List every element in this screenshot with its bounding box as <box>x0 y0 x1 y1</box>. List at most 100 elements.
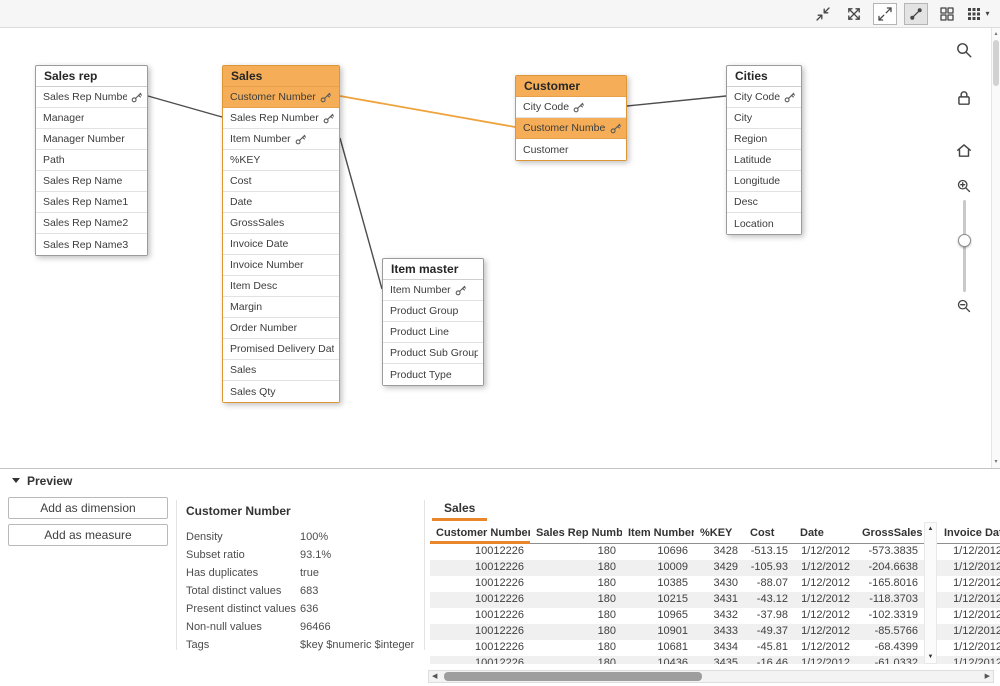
field-invoice-number[interactable]: Invoice Number <box>223 255 339 276</box>
association-sales-rep-to-sales[interactable] <box>148 96 222 117</box>
column-header-grosssales[interactable]: GrossSales <box>856 522 924 544</box>
field-product-group[interactable]: Product Group <box>383 301 483 322</box>
field-label: Sales Qty <box>230 386 276 398</box>
field-sales-rep-name2[interactable]: Sales Rep Name2 <box>36 213 147 234</box>
zoom-in-button[interactable] <box>952 174 976 198</box>
grid-vertical-scrollbar[interactable]: ▲ ▼ <box>924 522 937 664</box>
canvas-vertical-scrollbar[interactable]: ▴ ▾ <box>991 28 1000 468</box>
association-customer-to-cities[interactable] <box>627 96 726 106</box>
grid-row[interactable]: 10012226180104363435-16.461/12/2012-61.0… <box>430 656 1000 664</box>
field-latitude[interactable]: Latitude <box>727 150 801 171</box>
scroll-down-icon[interactable]: ▾ <box>992 458 1000 466</box>
column-header-cost[interactable]: Cost <box>744 522 794 544</box>
cell-customer-number: 10012226 <box>430 640 530 656</box>
home-button[interactable] <box>952 138 976 162</box>
field-cost[interactable]: Cost <box>223 171 339 192</box>
field-grosssales[interactable]: GrossSales <box>223 213 339 234</box>
scroll-left-icon[interactable]: ◀ <box>432 672 437 682</box>
table-tab-sales[interactable]: Sales <box>432 498 487 521</box>
field-region[interactable]: Region <box>727 129 801 150</box>
linked-fields-button[interactable] <box>904 3 928 25</box>
field-longitude[interactable]: Longitude <box>727 171 801 192</box>
field-margin[interactable]: Margin <box>223 297 339 318</box>
column-header-invoice-date[interactable]: Invoice Date <box>938 522 1000 544</box>
grid-row[interactable]: 10012226180102153431-43.121/12/2012-118.… <box>430 592 1000 608</box>
grid-row[interactable]: 10012226180106813434-45.811/12/2012-68.4… <box>430 640 1000 656</box>
field-invoice-date[interactable]: Invoice Date <box>223 234 339 255</box>
field-item-number[interactable]: Item Number <box>223 129 339 150</box>
grid-row[interactable]: 10012226180103853430-88.071/12/2012-165.… <box>430 576 1000 592</box>
search-button[interactable] <box>952 38 976 62</box>
field-product-type[interactable]: Product Type <box>383 364 483 385</box>
expand-all-button[interactable] <box>842 3 866 25</box>
field-path[interactable]: Path <box>36 150 147 171</box>
scrollbar-thumb[interactable] <box>993 40 999 86</box>
zoom-slider[interactable] <box>963 200 966 292</box>
field-sales-rep-name3[interactable]: Sales Rep Name3 <box>36 234 147 255</box>
association-sales-to-item-master[interactable] <box>340 138 382 289</box>
field-date[interactable]: Date <box>223 192 339 213</box>
field-product-line[interactable]: Product Line <box>383 322 483 343</box>
column-header-sales-rep-number[interactable]: Sales Rep Number <box>530 522 622 544</box>
field-manager[interactable]: Manager <box>36 108 147 129</box>
scroll-right-icon[interactable]: ▶ <box>985 672 990 682</box>
preview-horizontal-scrollbar[interactable]: ◀ ▶ <box>428 670 994 683</box>
field-city[interactable]: City <box>727 108 801 129</box>
view-menu-button[interactable]: ▾ <box>966 3 990 25</box>
field-sales-rep-name[interactable]: Sales Rep Name <box>36 171 147 192</box>
lock-button[interactable] <box>952 86 976 110</box>
column-header-%key[interactable]: %KEY <box>694 522 744 544</box>
grid-row[interactable]: 10012226180100093429-105.931/12/2012-204… <box>430 560 1000 576</box>
field-label: Cost <box>230 175 252 187</box>
field-sales-rep-name1[interactable]: Sales Rep Name1 <box>36 192 147 213</box>
field-%key[interactable]: %KEY <box>223 150 339 171</box>
field-customer-number[interactable]: Customer Number <box>223 87 339 108</box>
grid-row[interactable]: 10012226180106963428-513.151/12/2012-573… <box>430 544 1000 560</box>
column-header-customer-number[interactable]: Customer Number <box>430 522 530 544</box>
column-header-date[interactable]: Date <box>794 522 856 544</box>
resize-view-button[interactable] <box>873 3 897 25</box>
model-table-sales[interactable]: SalesCustomer NumberSales Rep NumberItem… <box>222 65 340 403</box>
field-item-desc[interactable]: Item Desc <box>223 276 339 297</box>
field-label: Product Type <box>390 369 452 381</box>
model-canvas[interactable]: Sales repSales Rep NumberManagerManager … <box>0 28 1000 468</box>
grid-layout-button[interactable] <box>935 3 959 25</box>
association-sales-to-customer[interactable] <box>340 96 515 127</box>
field-customer[interactable]: Customer <box>516 139 626 160</box>
cell-invoice-date: 1/12/2012 <box>938 624 1000 640</box>
scrollbar-thumb[interactable] <box>444 672 702 681</box>
zoom-slider-handle[interactable] <box>958 234 971 247</box>
field-sales-rep-number[interactable]: Sales Rep Number <box>223 108 339 129</box>
field-city-code[interactable]: City Code <box>727 87 801 108</box>
field-product-sub-group[interactable]: Product Sub Group <box>383 343 483 364</box>
stat-non-null-values: Non-null values96466 <box>186 618 418 636</box>
scroll-up-icon[interactable]: ▴ <box>992 30 1000 38</box>
model-table-sales-rep[interactable]: Sales repSales Rep NumberManagerManager … <box>35 65 148 256</box>
field-sales[interactable]: Sales <box>223 360 339 381</box>
field-location[interactable]: Location <box>727 213 801 234</box>
collapse-all-button[interactable] <box>811 3 835 25</box>
scroll-down-icon[interactable]: ▼ <box>925 654 936 660</box>
field-item-number[interactable]: Item Number <box>383 280 483 301</box>
field-order-number[interactable]: Order Number <box>223 318 339 339</box>
field-manager-number[interactable]: Manager Number <box>36 129 147 150</box>
preview-toggle[interactable]: Preview <box>0 468 1000 492</box>
zoom-out-button[interactable] <box>952 294 976 318</box>
cell-%key: 3429 <box>694 560 744 576</box>
field-desc[interactable]: Desc <box>727 192 801 213</box>
field-sales-qty[interactable]: Sales Qty <box>223 381 339 402</box>
field-promised-delivery-date[interactable]: Promised Delivery Date <box>223 339 339 360</box>
add-as-measure-button[interactable]: Add as measure <box>8 524 168 546</box>
scroll-up-icon[interactable]: ▲ <box>925 526 936 532</box>
model-table-customer[interactable]: CustomerCity CodeCustomer NumberCustomer <box>515 75 627 161</box>
field-sales-rep-number[interactable]: Sales Rep Number <box>36 87 147 108</box>
grid-row[interactable]: 10012226180109653432-37.981/12/2012-102.… <box>430 608 1000 624</box>
grid-row[interactable]: 10012226180109013433-49.371/12/2012-85.5… <box>430 624 1000 640</box>
data-model-viewer: ▾ Sales repSales Rep NumberManagerManage… <box>0 0 1000 686</box>
field-city-code[interactable]: City Code <box>516 97 626 118</box>
model-table-item-master[interactable]: Item masterItem NumberProduct GroupProdu… <box>382 258 484 386</box>
column-header-item-number[interactable]: Item Number <box>622 522 694 544</box>
add-as-dimension-button[interactable]: Add as dimension <box>8 497 168 519</box>
model-table-cities[interactable]: CitiesCity CodeCityRegionLatitudeLongitu… <box>726 65 802 235</box>
field-customer-number[interactable]: Customer Number <box>516 118 626 139</box>
